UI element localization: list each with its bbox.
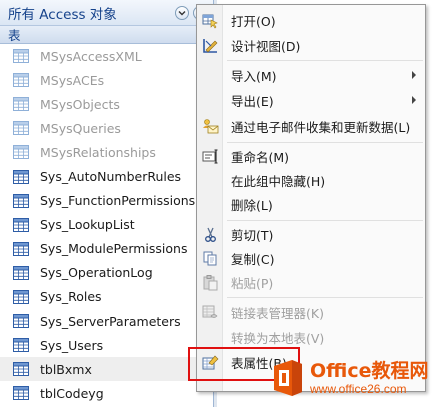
table-item[interactable]: MSysQueries [0, 116, 213, 140]
table-icon [13, 169, 29, 184]
menu-item-design-view[interactable]: 设计视图(D) [197, 34, 425, 56]
table-item[interactable]: Sys_AutoNumberRules [0, 164, 213, 188]
menu-item-import[interactable]: 导入(M) [197, 64, 425, 86]
table-item-label: MSysQueries [40, 120, 121, 136]
menu-item-convert-to-local[interactable]: 转换为本地表(V) [197, 326, 425, 348]
menu-item-copy[interactable]: 复制(C) [197, 247, 425, 269]
table-item-label: Sys_Users [40, 337, 104, 353]
menu-label-collect-email: 通过电子邮件收集和更新数据(L) [231, 119, 411, 135]
table-item-label: Sys_FunctionPermissions [40, 193, 196, 209]
table-icon [13, 97, 29, 112]
table-item-label: MSysObjects [40, 96, 120, 112]
nav-pane-title: 所有 Access 对象 [8, 6, 117, 23]
table-icon [13, 193, 29, 208]
table-item[interactable]: Sys_Users [0, 333, 213, 357]
table-item[interactable]: Sys_ServerParameters [0, 309, 213, 333]
table-item[interactable]: Sys_FunctionPermissions [0, 189, 213, 213]
scissors-icon [201, 225, 219, 243]
table-item[interactable]: Sys_ModulePermissions [0, 237, 213, 261]
table-icon [13, 386, 29, 401]
table-icon [13, 338, 29, 353]
table-item-label: Sys_Roles [40, 289, 102, 305]
table-item[interactable]: MSysObjects [0, 92, 213, 116]
menu-separator [227, 142, 423, 143]
menu-label-hide-in-group: 在此组中隐藏(H) [231, 173, 326, 189]
table-item[interactable]: Sys_Roles [0, 285, 213, 309]
paste-icon [201, 273, 219, 291]
table-icon [13, 289, 29, 304]
table-item-label: Sys_ServerParameters [40, 313, 181, 329]
table-item-label: Sys_LookupList [40, 217, 135, 233]
table-icon [13, 314, 29, 329]
menu-label-import: 导入(M) [231, 68, 277, 84]
group-header-tables[interactable]: 表 [0, 26, 213, 44]
object-list: MSysAccessXML MSysACEs MSysObjects MSysQuer… [0, 44, 213, 405]
menu-item-collect-email[interactable]: 通过电子邮件收集和更新数据(L) [197, 115, 425, 137]
table-item-label: MSysRelationships [40, 144, 156, 160]
menu-item-paste[interactable]: 粘贴(P) [197, 271, 425, 293]
menu-label-open: 打开(O) [231, 13, 276, 29]
site-watermark: Office教程网 www.office26.com [270, 349, 432, 407]
table-item[interactable]: MSysRelationships [0, 140, 213, 164]
menu-label-delete: 删除(L) [231, 197, 273, 213]
table-item[interactable]: MSysAccessXML [0, 44, 213, 68]
table-item[interactable]: tblCodeyg [0, 381, 213, 405]
table-item-label: Sys_ModulePermissions [40, 241, 188, 257]
table-item-label: MSysAccessXML [40, 48, 142, 64]
menu-label-export: 导出(E) [231, 93, 274, 109]
table-icon [13, 362, 29, 377]
menu-label-convert-to-local: 转换为本地表(V) [231, 330, 325, 346]
design-view-icon [201, 36, 219, 54]
menu-item-linked-table-manager[interactable]: 链接表管理器(K) [197, 301, 425, 323]
nav-menu-chevron-icon[interactable] [175, 5, 189, 20]
menu-item-delete[interactable]: 删除(L) [197, 193, 425, 215]
menu-label-design-view: 设计视图(D) [231, 38, 301, 54]
menu-label-paste: 粘贴(P) [231, 275, 274, 291]
table-icon [13, 73, 29, 88]
group-title: 表 [8, 28, 21, 43]
submenu-arrow-icon [412, 71, 416, 79]
table-item-label: Sys_AutoNumberRules [40, 169, 182, 185]
watermark-url: www.office26.com [310, 382, 407, 396]
open-table-icon [201, 11, 219, 29]
linked-table-manager-icon [201, 303, 219, 321]
menu-label-cut: 剪切(T) [231, 227, 274, 243]
navigation-pane: 所有 Access 对象 表 MSysAccessXML MSysACEs MSys… [0, 0, 214, 407]
submenu-arrow-icon [412, 96, 416, 104]
nav-pane-header[interactable]: 所有 Access 对象 [0, 0, 213, 26]
table-icon [13, 145, 29, 160]
context-menu: 打开(O) 设计视图(D) 导入(M) 导出(E) 通过电子邮件收集和更新数据(… [196, 4, 426, 392]
menu-item-cut[interactable]: 剪切(T) [197, 223, 425, 245]
table-icon [13, 217, 29, 232]
menu-item-hide-in-group[interactable]: 在此组中隐藏(H) [197, 169, 425, 191]
menu-item-rename[interactable]: 重命名(M) [197, 145, 425, 167]
table-item-label: MSysACEs [40, 72, 105, 88]
rename-icon [201, 147, 219, 165]
menu-label-copy: 复制(C) [231, 251, 275, 267]
menu-label-linked-table-manager: 链接表管理器(K) [231, 305, 324, 321]
collect-email-icon [201, 117, 219, 135]
watermark-title: Office教程网 [310, 360, 429, 382]
menu-item-open[interactable]: 打开(O) [197, 9, 425, 31]
menu-separator [227, 220, 423, 221]
table-icon [13, 241, 29, 256]
table-item[interactable]: tblBxmx [0, 357, 213, 382]
table-item[interactable]: Sys_LookupList [0, 213, 213, 237]
menu-separator [227, 60, 423, 61]
table-item[interactable]: MSysACEs [0, 68, 213, 92]
table-item-label: tblCodeyg [40, 385, 104, 401]
menu-label-rename: 重命名(M) [231, 149, 290, 165]
table-item-label: tblBxmx [40, 361, 92, 377]
menu-separator [227, 297, 423, 298]
menu-item-export[interactable]: 导出(E) [197, 89, 425, 111]
table-icon [13, 265, 29, 280]
table-icon [13, 121, 29, 136]
office-logo-icon [274, 360, 302, 396]
table-item-label: Sys_OperationLog [40, 265, 153, 281]
table-icon [13, 49, 29, 64]
copy-icon [201, 249, 219, 267]
table-item[interactable]: Sys_OperationLog [0, 261, 213, 285]
